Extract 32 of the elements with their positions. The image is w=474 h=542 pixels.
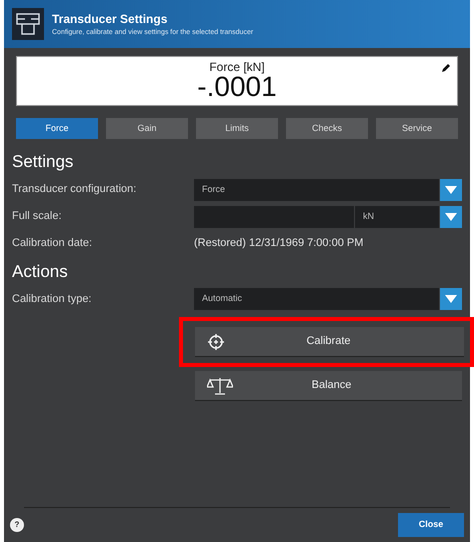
balance-scale-icon <box>207 376 233 394</box>
input-field[interactable] <box>194 206 354 228</box>
action-button[interactable]: Balance <box>195 371 462 401</box>
dropdown-field[interactable]: Force <box>194 178 439 200</box>
crosshair-icon <box>207 332 225 350</box>
readout-value: -.0001 <box>197 73 277 101</box>
pencil-icon[interactable] <box>441 63 451 73</box>
dropdown-field[interactable]: kN <box>355 206 439 228</box>
dropdown-field[interactable]: Automatic <box>194 288 439 310</box>
readout-label: Force [kN] <box>209 61 265 73</box>
tab[interactable]: Checks <box>286 118 368 139</box>
dropdown-arrow-button[interactable] <box>440 206 462 228</box>
tab[interactable]: Force <box>16 118 98 139</box>
field-value: (Restored) 12/31/1969 7:00:00 PM <box>194 236 364 252</box>
field-label: Calibration type: <box>12 292 92 307</box>
dropdown-arrow-button[interactable] <box>440 178 462 200</box>
field-label: Transducer configuration: <box>12 182 138 198</box>
transducer-icon <box>12 8 44 40</box>
caret-down-icon <box>445 186 457 194</box>
caret-down-icon <box>445 212 457 220</box>
caret-down-icon <box>445 295 457 303</box>
tab[interactable]: Service <box>376 118 458 139</box>
section-heading: Actions <box>12 260 69 282</box>
help-button[interactable]: ? <box>10 518 24 532</box>
close-button[interactable]: Close <box>398 513 464 537</box>
field-label: Calibration date: <box>12 236 94 252</box>
dialog-title: Transducer Settings <box>52 10 168 28</box>
section-heading: Settings <box>12 151 74 173</box>
action-button[interactable]: Calibrate <box>195 327 464 357</box>
tab[interactable]: Limits <box>196 118 278 139</box>
tab[interactable]: Gain <box>106 118 188 139</box>
field-label: Full scale: <box>12 209 63 224</box>
